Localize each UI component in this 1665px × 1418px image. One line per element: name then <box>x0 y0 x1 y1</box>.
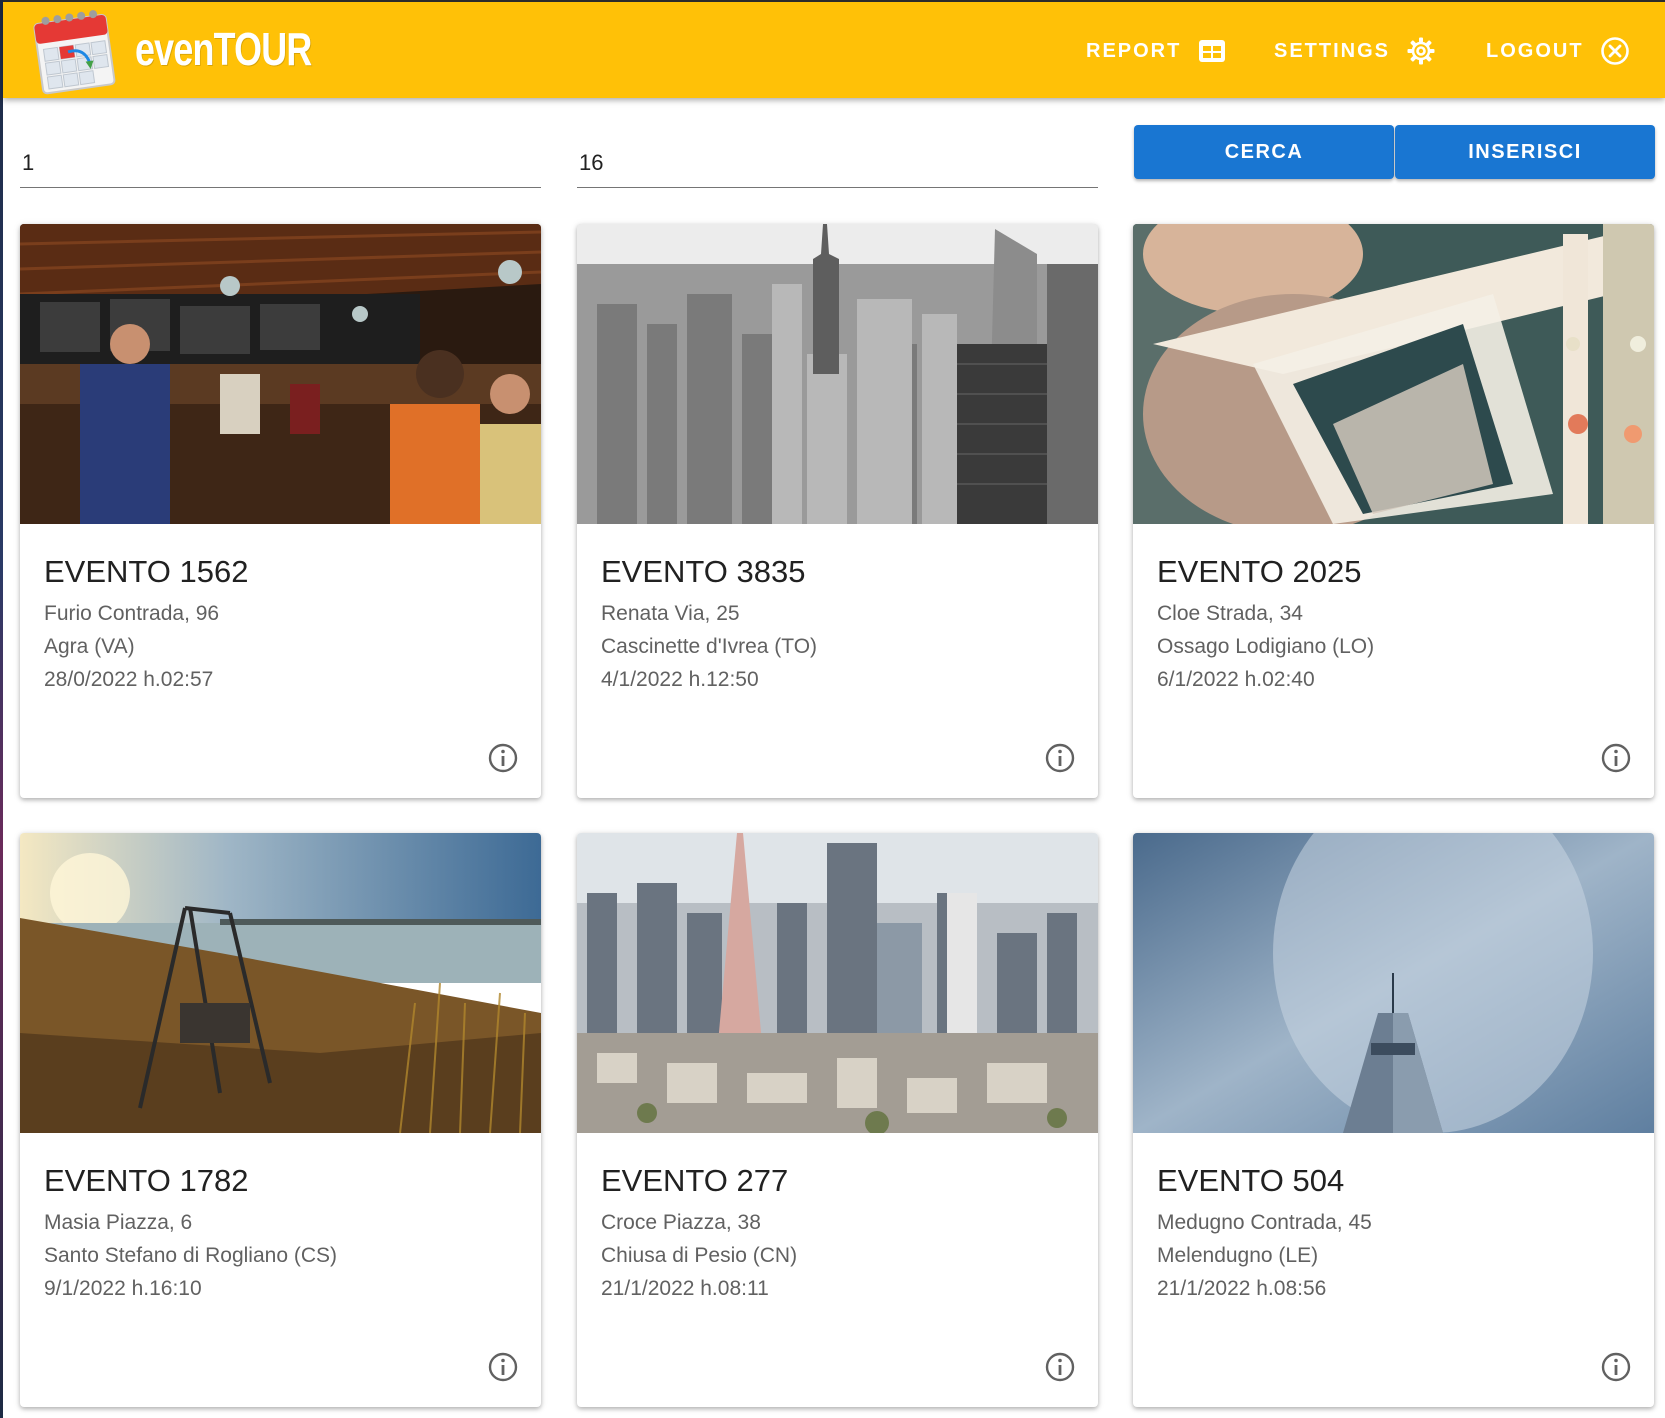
report-label: REPORT <box>1086 39 1182 62</box>
event-city: Melendugno (LE) <box>1157 1244 1319 1267</box>
city-aerial-photo <box>577 833 1098 1133</box>
settings-label: SETTINGS <box>1274 39 1391 62</box>
event-address: Medugno Contrada, 45 <box>1157 1211 1372 1234</box>
event-city: Ossago Lodigiano (LO) <box>1157 635 1375 658</box>
inserisci-button[interactable]: INSERISCI <box>1395 125 1655 179</box>
event-title: EVENTO 277 <box>601 1163 789 1198</box>
report-button[interactable]: REPORT <box>1086 2 1227 100</box>
event-address: Cloe Strada, 34 <box>1157 602 1303 625</box>
event-card[interactable]: EVENTO 2025 Cloe Strada, 34 Ossago Lodig… <box>1133 224 1654 798</box>
settings-button[interactable]: SETTINGS <box>1274 2 1436 100</box>
event-city: Santo Stefano di Rogliano (CS) <box>44 1244 338 1267</box>
app-logo-text: evenTOUR <box>135 23 312 75</box>
event-datetime: 9/1/2022 h.16:10 <box>44 1277 202 1300</box>
info-icon[interactable] <box>487 1351 519 1383</box>
logout-label: LOGOUT <box>1486 39 1584 62</box>
event-address: Renata Via, 25 <box>601 602 740 625</box>
swing-by-lake-photo <box>20 833 541 1133</box>
range-end-field[interactable] <box>577 130 1100 188</box>
event-city: Chiusa di Pesio (CN) <box>601 1244 798 1267</box>
app-header: evenTOUR REPORT SETTINGS LOGOUT <box>3 0 1665 98</box>
event-address: Croce Piazza, 38 <box>601 1211 761 1234</box>
window-edge <box>0 0 3 1418</box>
bride-in-car-photo <box>1133 224 1654 524</box>
event-card[interactable]: EVENTO 1782 Masia Piazza, 6 Santo Stefan… <box>20 833 541 1407</box>
event-card[interactable]: EVENTO 3835 Renata Via, 25 Cascinette d'… <box>577 224 1098 798</box>
info-icon[interactable] <box>1600 742 1632 774</box>
event-card[interactable]: EVENTO 504 Medugno Contrada, 45 Melendug… <box>1133 833 1654 1407</box>
info-icon[interactable] <box>1044 1351 1076 1383</box>
event-datetime: 4/1/2022 h.12:50 <box>601 668 759 691</box>
event-address: Masia Piazza, 6 <box>44 1211 193 1234</box>
event-datetime: 28/0/2022 h.02:57 <box>44 668 214 691</box>
calendar-logo-icon <box>33 10 116 95</box>
close-circle-icon <box>1600 37 1629 65</box>
event-title: EVENTO 1782 <box>44 1163 249 1198</box>
event-title: EVENTO 2025 <box>1157 554 1362 589</box>
event-title: EVENTO 504 <box>1157 1163 1345 1198</box>
info-icon[interactable] <box>1044 742 1076 774</box>
table-grid-icon <box>1199 40 1226 62</box>
event-city: Cascinette d'Ivrea (TO) <box>601 635 818 658</box>
logout-button[interactable]: LOGOUT <box>1486 2 1630 100</box>
info-icon[interactable] <box>1600 1351 1632 1383</box>
event-title: EVENTO 1562 <box>44 554 249 589</box>
event-address: Furio Contrada, 96 <box>44 602 220 625</box>
gear-icon <box>1407 37 1435 65</box>
event-city: Agra (VA) <box>44 635 135 658</box>
cerca-button[interactable]: CERCA <box>1134 125 1394 179</box>
event-datetime: 6/1/2022 h.02:40 <box>1157 668 1315 691</box>
range-start-field[interactable] <box>20 130 543 188</box>
tower-sky-photo <box>1133 833 1654 1133</box>
range-start-input[interactable] <box>20 130 543 176</box>
bar-interior-photo <box>20 224 541 524</box>
range-end-input[interactable] <box>577 130 1100 176</box>
event-datetime: 21/1/2022 h.08:56 <box>1157 1277 1327 1300</box>
event-card[interactable]: EVENTO 277 Croce Piazza, 38 Chiusa di Pe… <box>577 833 1098 1407</box>
event-datetime: 21/1/2022 h.08:11 <box>601 1277 769 1300</box>
city-skyline-bw-photo <box>577 224 1098 524</box>
info-icon[interactable] <box>487 742 519 774</box>
event-title: EVENTO 3835 <box>601 554 806 589</box>
event-card[interactable]: EVENTO 1562 Furio Contrada, 96 Agra (VA)… <box>20 224 541 798</box>
